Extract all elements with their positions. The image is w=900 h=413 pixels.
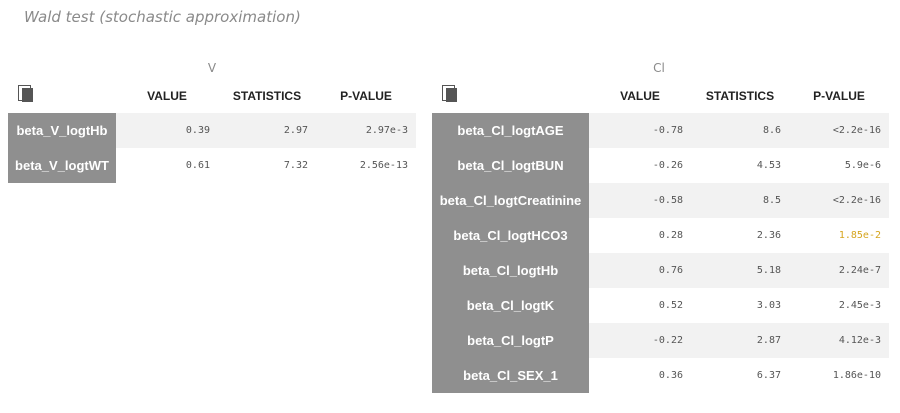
statistics-cell: 2.87 (691, 323, 789, 358)
statistics-cell: 4.53 (756, 160, 781, 171)
header-pvalue: P-VALUE (340, 88, 392, 103)
header-statistics: STATISTICS (232, 88, 302, 103)
pvalue-cell: 2.45e-3 (838, 300, 881, 311)
parameter-name: beta_Cl_SEX_1 (432, 358, 589, 393)
table-row: beta_Cl_logtHb 0.76 5.18 2.24e-7 (432, 253, 889, 288)
value-cell: -0.26 (652, 160, 683, 171)
group-label-cl: Cl (653, 61, 665, 75)
pvalue-cell: 1.85e-2 (838, 230, 881, 241)
table-v: VALUE STATISTICS P-VALUE beta_V_logtHb 0.… (8, 78, 416, 183)
statistics-cell: 8.5 (691, 183, 789, 218)
copy-button-cl[interactable] (432, 78, 589, 113)
copy-button-v[interactable] (8, 78, 116, 113)
parameter-name: beta_Cl_logtP (432, 323, 589, 358)
statistics-cell: 3.03 (756, 300, 781, 311)
statistics-cell: 2.97 (218, 113, 316, 148)
table-row: beta_Cl_logtHCO3 0.28 2.36 1.85e-2 (432, 218, 889, 253)
parameter-name: beta_Cl_logtAGE (432, 113, 589, 148)
parameter-name: beta_Cl_logtHb (432, 253, 589, 288)
header-statistics: STATISTICS (705, 88, 775, 103)
wald-table-v: V VALUE STATISTICS P-VALUE beta_V_logtHb… (8, 58, 416, 183)
statistics-cell: 5.18 (691, 253, 789, 288)
page-title: Wald test (stochastic approximation) (24, 8, 301, 26)
table-row: beta_Cl_SEX_1 0.36 6.37 1.86e-10 (432, 358, 889, 393)
copy-icon (18, 85, 36, 103)
value-cell: -0.58 (589, 183, 691, 218)
value-cell: 0.36 (658, 370, 683, 381)
value-cell: 0.76 (589, 253, 691, 288)
pvalue-cell: 2.97e-3 (316, 113, 416, 148)
pvalue-cell: 5.9e-6 (844, 160, 881, 171)
value-cell: -0.22 (589, 323, 691, 358)
statistics-cell: 6.37 (756, 370, 781, 381)
pvalue-cell: 4.12e-3 (789, 323, 889, 358)
table-row: beta_V_logtHb 0.39 2.97 2.97e-3 (8, 113, 416, 148)
value-cell: 0.61 (185, 160, 210, 171)
parameter-name: beta_V_logtHb (8, 113, 116, 148)
value-cell: 0.52 (658, 300, 683, 311)
parameter-name: beta_Cl_logtBUN (432, 148, 589, 183)
parameter-name: beta_Cl_logtK (432, 288, 589, 323)
pvalue-cell: <2.2e-16 (789, 183, 889, 218)
pvalue-cell: 2.24e-7 (789, 253, 889, 288)
table-row: beta_Cl_logtCreatinine -0.58 8.5 <2.2e-16 (432, 183, 889, 218)
table-row: beta_Cl_logtBUN -0.26 4.53 5.9e-6 (432, 148, 889, 183)
header-value: VALUE (620, 88, 660, 103)
group-label-v: V (207, 61, 217, 75)
value-cell: 0.28 (658, 230, 683, 241)
parameter-name: beta_Cl_logtCreatinine (432, 183, 589, 218)
table-row: beta_V_logtWT 0.61 7.32 2.56e-13 (8, 148, 416, 183)
copy-icon (442, 85, 460, 103)
value-cell: 0.39 (116, 113, 218, 148)
value-cell: -0.78 (589, 113, 691, 148)
statistics-cell: 2.36 (756, 230, 781, 241)
table-row: beta_Cl_logtK 0.52 3.03 2.45e-3 (432, 288, 889, 323)
table-row: beta_Cl_logtP -0.22 2.87 4.12e-3 (432, 323, 889, 358)
table-row: beta_Cl_logtAGE -0.78 8.6 <2.2e-16 (432, 113, 889, 148)
pvalue-cell: 1.86e-10 (832, 370, 881, 381)
pvalue-cell: 2.56e-13 (359, 160, 408, 171)
wald-table-cl: Cl VALUE STATISTICS P-VALUE beta_Cl_logt… (432, 58, 892, 393)
parameter-name: beta_Cl_logtHCO3 (432, 218, 589, 253)
pvalue-cell: <2.2e-16 (789, 113, 889, 148)
header-pvalue: P-VALUE (813, 88, 865, 103)
parameter-name: beta_V_logtWT (8, 148, 116, 183)
header-value: VALUE (147, 88, 187, 103)
statistics-cell: 7.32 (283, 160, 308, 171)
table-cl: VALUE STATISTICS P-VALUE beta_Cl_logtAGE… (432, 78, 889, 393)
statistics-cell: 8.6 (691, 113, 789, 148)
